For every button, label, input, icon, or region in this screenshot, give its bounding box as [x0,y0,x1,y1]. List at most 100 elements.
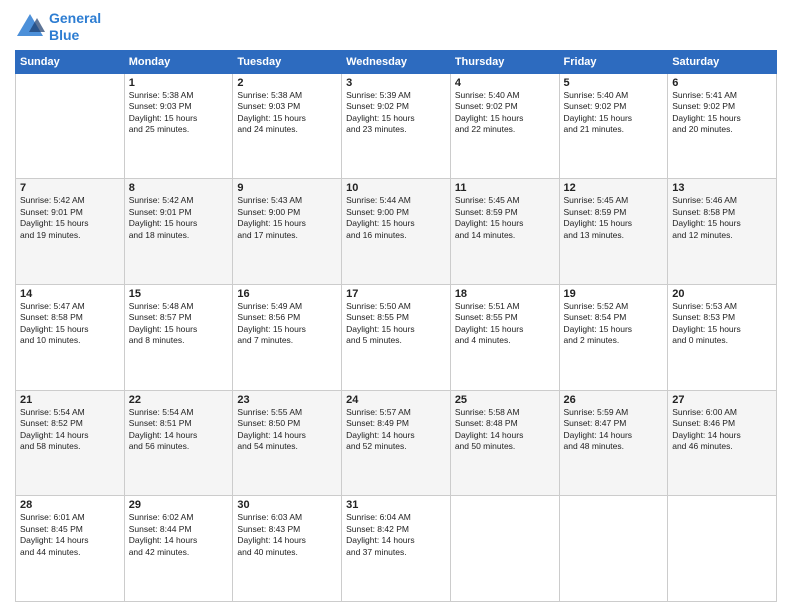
calendar-cell: 9Sunrise: 5:43 AM Sunset: 9:00 PM Daylig… [233,179,342,285]
day-number: 29 [129,499,229,511]
calendar-cell: 23Sunrise: 5:55 AM Sunset: 8:50 PM Dayli… [233,390,342,496]
day-info: Sunrise: 5:52 AM Sunset: 8:54 PM Dayligh… [564,301,664,347]
calendar-week-row: 14Sunrise: 5:47 AM Sunset: 8:58 PM Dayli… [16,284,777,390]
day-info: Sunrise: 5:57 AM Sunset: 8:49 PM Dayligh… [346,407,446,453]
day-number: 15 [129,288,229,300]
calendar-cell: 15Sunrise: 5:48 AM Sunset: 8:57 PM Dayli… [124,284,233,390]
day-info: Sunrise: 5:47 AM Sunset: 8:58 PM Dayligh… [20,301,120,347]
day-number: 1 [129,77,229,89]
calendar-cell: 16Sunrise: 5:49 AM Sunset: 8:56 PM Dayli… [233,284,342,390]
day-number: 21 [20,394,120,406]
calendar-cell: 21Sunrise: 5:54 AM Sunset: 8:52 PM Dayli… [16,390,125,496]
calendar-cell [450,496,559,602]
weekday-header: Sunday [16,50,125,73]
day-number: 30 [237,499,337,511]
day-info: Sunrise: 5:42 AM Sunset: 9:01 PM Dayligh… [20,195,120,241]
calendar-week-row: 28Sunrise: 6:01 AM Sunset: 8:45 PM Dayli… [16,496,777,602]
calendar-cell: 31Sunrise: 6:04 AM Sunset: 8:42 PM Dayli… [342,496,451,602]
logo: General Blue [15,10,101,44]
day-info: Sunrise: 5:42 AM Sunset: 9:01 PM Dayligh… [129,195,229,241]
day-info: Sunrise: 5:48 AM Sunset: 8:57 PM Dayligh… [129,301,229,347]
day-number: 6 [672,77,772,89]
calendar-cell: 2Sunrise: 5:38 AM Sunset: 9:03 PM Daylig… [233,73,342,179]
calendar-cell: 5Sunrise: 5:40 AM Sunset: 9:02 PM Daylig… [559,73,668,179]
day-info: Sunrise: 5:39 AM Sunset: 9:02 PM Dayligh… [346,90,446,136]
calendar-week-row: 7Sunrise: 5:42 AM Sunset: 9:01 PM Daylig… [16,179,777,285]
calendar-cell: 12Sunrise: 5:45 AM Sunset: 8:59 PM Dayli… [559,179,668,285]
day-number: 4 [455,77,555,89]
header: General Blue [15,10,777,44]
calendar-cell: 14Sunrise: 5:47 AM Sunset: 8:58 PM Dayli… [16,284,125,390]
calendar-cell: 26Sunrise: 5:59 AM Sunset: 8:47 PM Dayli… [559,390,668,496]
weekday-header: Thursday [450,50,559,73]
calendar-cell: 30Sunrise: 6:03 AM Sunset: 8:43 PM Dayli… [233,496,342,602]
day-info: Sunrise: 6:02 AM Sunset: 8:44 PM Dayligh… [129,512,229,558]
day-number: 19 [564,288,664,300]
day-info: Sunrise: 5:43 AM Sunset: 9:00 PM Dayligh… [237,195,337,241]
calendar-cell: 28Sunrise: 6:01 AM Sunset: 8:45 PM Dayli… [16,496,125,602]
day-number: 12 [564,182,664,194]
calendar-cell: 22Sunrise: 5:54 AM Sunset: 8:51 PM Dayli… [124,390,233,496]
calendar-cell: 18Sunrise: 5:51 AM Sunset: 8:55 PM Dayli… [450,284,559,390]
calendar-cell: 10Sunrise: 5:44 AM Sunset: 9:00 PM Dayli… [342,179,451,285]
day-info: Sunrise: 5:38 AM Sunset: 9:03 PM Dayligh… [129,90,229,136]
weekday-header: Saturday [668,50,777,73]
calendar-cell: 3Sunrise: 5:39 AM Sunset: 9:02 PM Daylig… [342,73,451,179]
day-number: 13 [672,182,772,194]
day-info: Sunrise: 6:01 AM Sunset: 8:45 PM Dayligh… [20,512,120,558]
calendar-cell [16,73,125,179]
page: General Blue SundayMondayTuesdayWednesda… [0,0,792,612]
day-info: Sunrise: 5:54 AM Sunset: 8:51 PM Dayligh… [129,407,229,453]
day-number: 16 [237,288,337,300]
day-info: Sunrise: 5:53 AM Sunset: 8:53 PM Dayligh… [672,301,772,347]
calendar-cell: 17Sunrise: 5:50 AM Sunset: 8:55 PM Dayli… [342,284,451,390]
day-info: Sunrise: 5:38 AM Sunset: 9:03 PM Dayligh… [237,90,337,136]
calendar-cell: 8Sunrise: 5:42 AM Sunset: 9:01 PM Daylig… [124,179,233,285]
calendar-cell: 19Sunrise: 5:52 AM Sunset: 8:54 PM Dayli… [559,284,668,390]
calendar-cell: 7Sunrise: 5:42 AM Sunset: 9:01 PM Daylig… [16,179,125,285]
day-info: Sunrise: 5:45 AM Sunset: 8:59 PM Dayligh… [455,195,555,241]
day-info: Sunrise: 5:50 AM Sunset: 8:55 PM Dayligh… [346,301,446,347]
day-number: 2 [237,77,337,89]
day-number: 5 [564,77,664,89]
logo-icon [15,12,45,42]
day-number: 9 [237,182,337,194]
logo-text: General Blue [49,10,101,44]
day-info: Sunrise: 5:55 AM Sunset: 8:50 PM Dayligh… [237,407,337,453]
day-number: 22 [129,394,229,406]
day-info: Sunrise: 6:03 AM Sunset: 8:43 PM Dayligh… [237,512,337,558]
calendar-cell: 24Sunrise: 5:57 AM Sunset: 8:49 PM Dayli… [342,390,451,496]
calendar-week-row: 21Sunrise: 5:54 AM Sunset: 8:52 PM Dayli… [16,390,777,496]
weekday-header: Monday [124,50,233,73]
calendar-cell: 25Sunrise: 5:58 AM Sunset: 8:48 PM Dayli… [450,390,559,496]
calendar-cell: 1Sunrise: 5:38 AM Sunset: 9:03 PM Daylig… [124,73,233,179]
day-number: 8 [129,182,229,194]
day-info: Sunrise: 6:00 AM Sunset: 8:46 PM Dayligh… [672,407,772,453]
day-number: 11 [455,182,555,194]
day-info: Sunrise: 6:04 AM Sunset: 8:42 PM Dayligh… [346,512,446,558]
calendar-cell: 13Sunrise: 5:46 AM Sunset: 8:58 PM Dayli… [668,179,777,285]
day-number: 28 [20,499,120,511]
calendar-cell [559,496,668,602]
calendar-cell: 6Sunrise: 5:41 AM Sunset: 9:02 PM Daylig… [668,73,777,179]
day-number: 17 [346,288,446,300]
calendar-week-row: 1Sunrise: 5:38 AM Sunset: 9:03 PM Daylig… [16,73,777,179]
day-info: Sunrise: 5:54 AM Sunset: 8:52 PM Dayligh… [20,407,120,453]
day-info: Sunrise: 5:51 AM Sunset: 8:55 PM Dayligh… [455,301,555,347]
day-number: 3 [346,77,446,89]
day-info: Sunrise: 5:41 AM Sunset: 9:02 PM Dayligh… [672,90,772,136]
day-number: 14 [20,288,120,300]
weekday-header: Friday [559,50,668,73]
day-info: Sunrise: 5:44 AM Sunset: 9:00 PM Dayligh… [346,195,446,241]
day-number: 24 [346,394,446,406]
day-number: 7 [20,182,120,194]
day-number: 27 [672,394,772,406]
calendar-cell: 20Sunrise: 5:53 AM Sunset: 8:53 PM Dayli… [668,284,777,390]
calendar-cell [668,496,777,602]
calendar-header-row: SundayMondayTuesdayWednesdayThursdayFrid… [16,50,777,73]
day-info: Sunrise: 5:58 AM Sunset: 8:48 PM Dayligh… [455,407,555,453]
weekday-header: Wednesday [342,50,451,73]
calendar-cell: 27Sunrise: 6:00 AM Sunset: 8:46 PM Dayli… [668,390,777,496]
day-number: 25 [455,394,555,406]
calendar-cell: 11Sunrise: 5:45 AM Sunset: 8:59 PM Dayli… [450,179,559,285]
